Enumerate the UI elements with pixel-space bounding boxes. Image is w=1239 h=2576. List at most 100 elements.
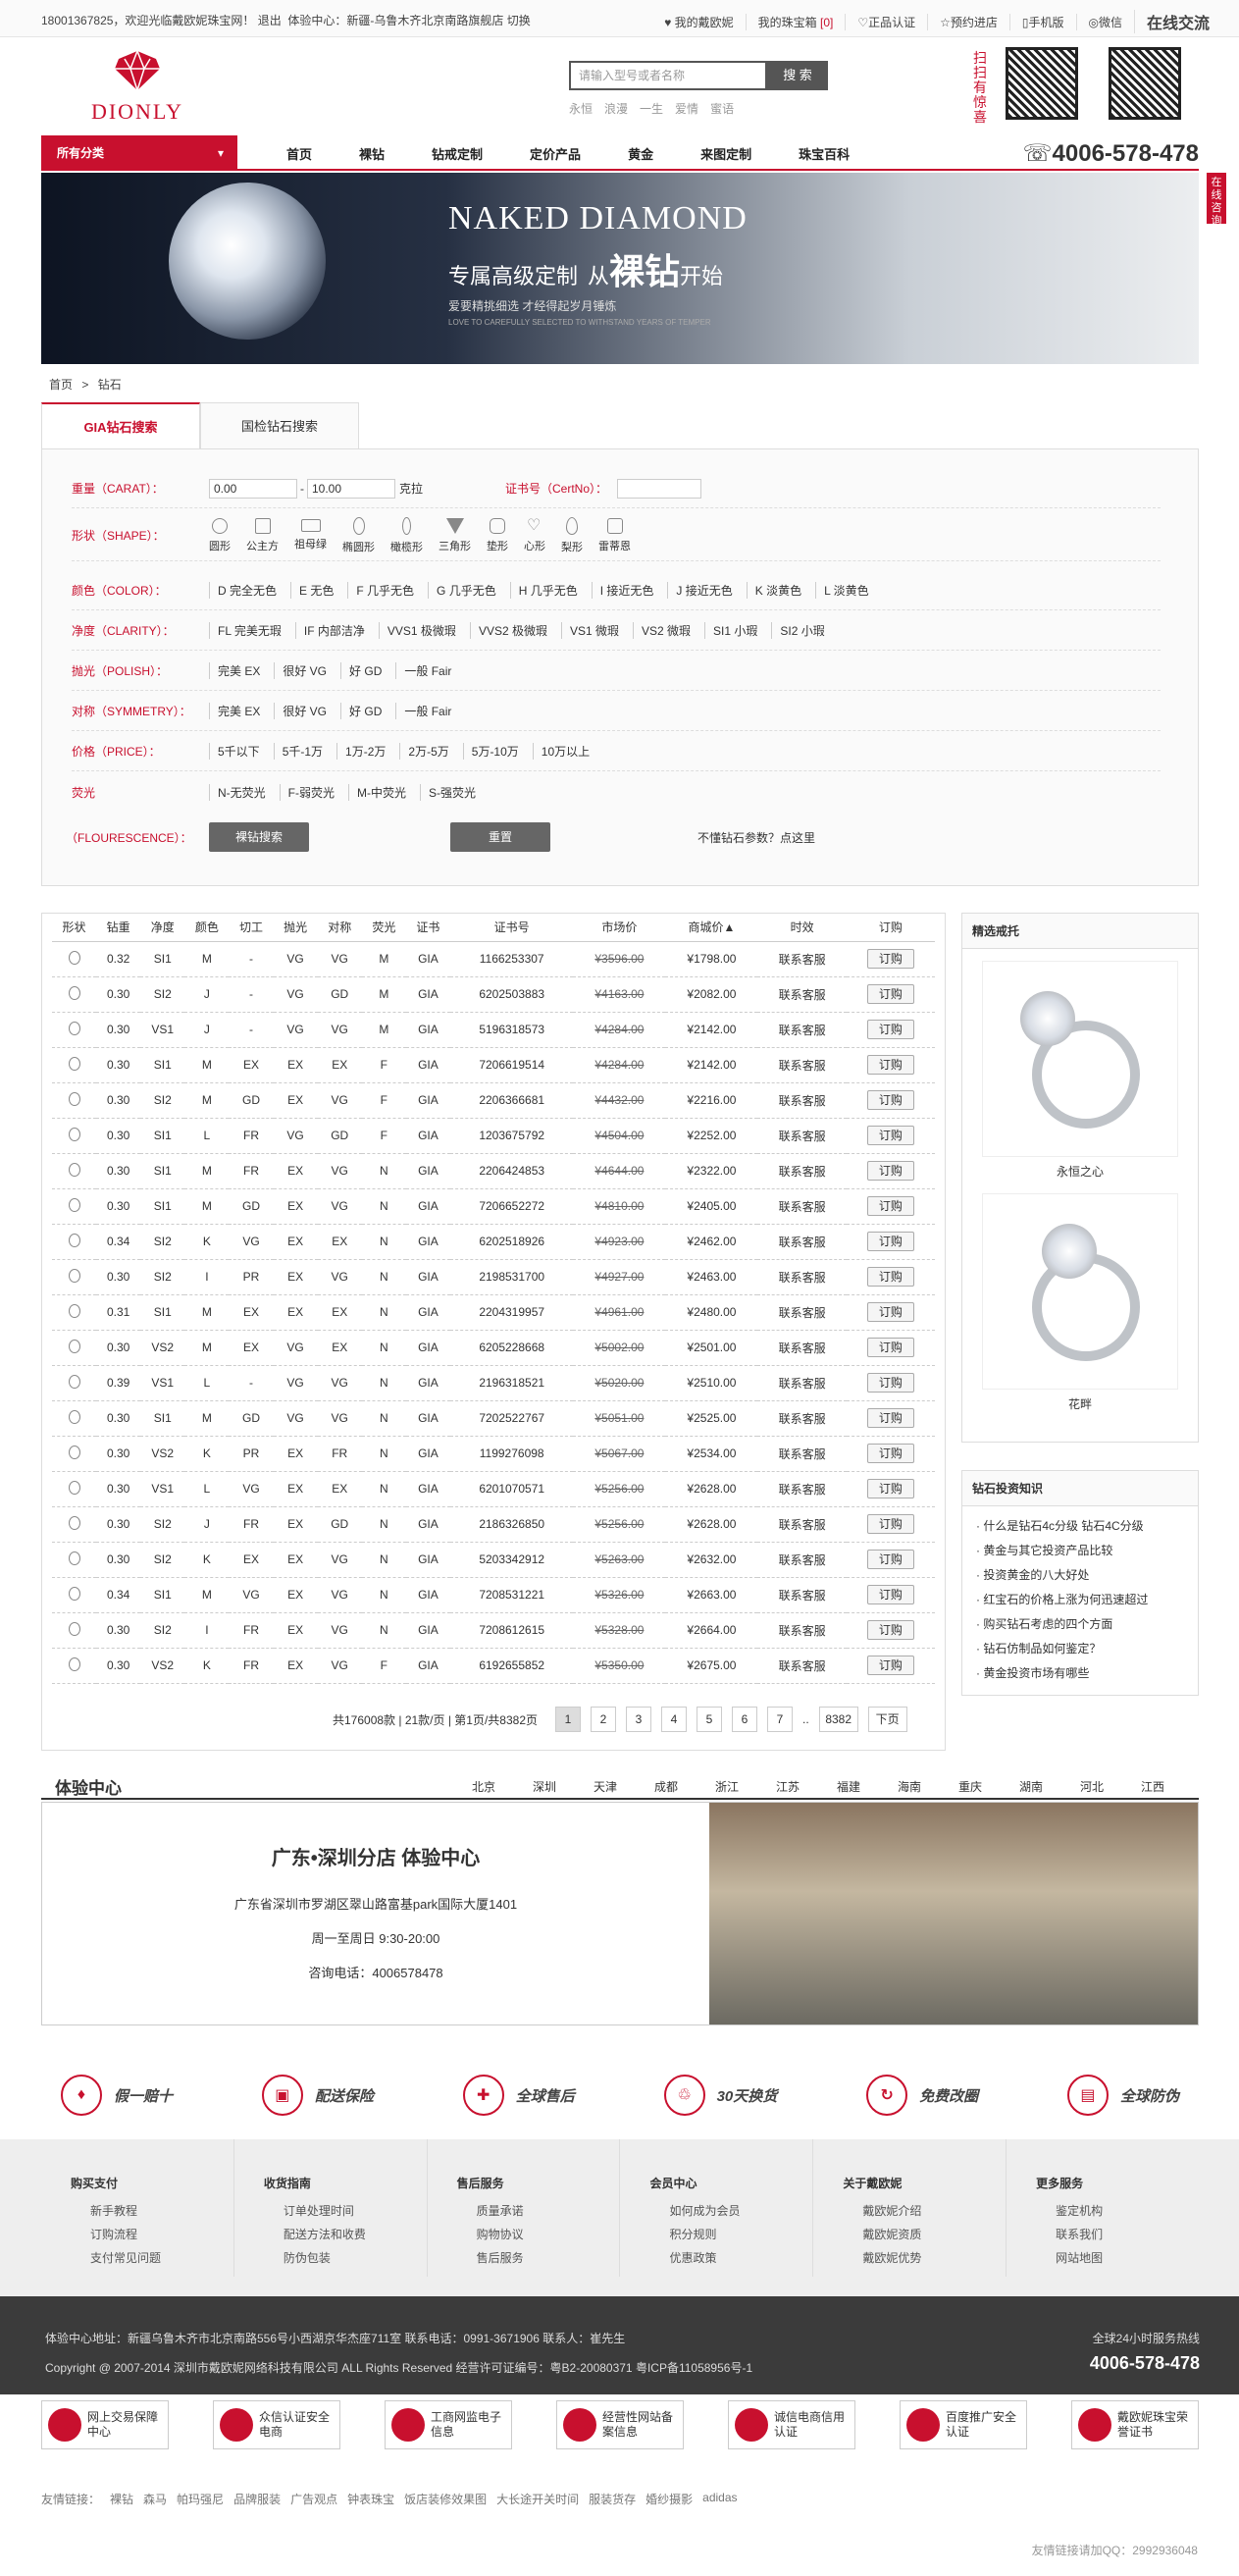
search-input[interactable]: 请输入型号或者名称: [569, 61, 767, 90]
breadcrumb-home[interactable]: 首页: [49, 378, 73, 392]
hot-keyword[interactable]: 蜜语: [710, 100, 734, 117]
page-button[interactable]: 4: [661, 1707, 687, 1732]
table-row[interactable]: 0.30 SI2 K EX EX VG N GIA 5203342912 ¥5263.00 ¥263…: [52, 1542, 935, 1578]
page-button[interactable]: 2: [591, 1707, 616, 1732]
price-option[interactable]: 10万以上: [532, 743, 590, 760]
price-option[interactable]: 2万-5万: [399, 743, 449, 760]
search-button[interactable]: 搜 索: [767, 61, 828, 90]
clarity-option[interactable]: VS2 微瑕: [633, 622, 691, 639]
table-row[interactable]: 0.30 SI2 M GD EX VG F GIA 2206366681 ¥4432.00 ¥221…: [52, 1082, 935, 1119]
knowledge-link[interactable]: · 投资黄金的八大好处: [976, 1563, 1184, 1588]
nav-item-home[interactable]: 首页: [286, 144, 312, 163]
order-button[interactable]: 订购: [866, 1267, 914, 1287]
table-row[interactable]: 0.30 VS1 J - VG VG M GIA 5196318573 ¥4284.00 ¥2142…: [52, 1012, 935, 1048]
footer-link[interactable]: 联系我们: [1056, 2223, 1199, 2246]
order-button[interactable]: 订购: [866, 1550, 914, 1569]
color-option[interactable]: D 完全无色: [209, 582, 277, 599]
color-option[interactable]: L 淡黄色: [815, 582, 869, 599]
fluor-option[interactable]: M-中荧光: [348, 783, 406, 801]
nav-item-encyclopedia[interactable]: 珠宝百科: [799, 144, 850, 163]
city-tab[interactable]: 重庆: [940, 1778, 1001, 1795]
order-button[interactable]: 订购: [866, 1055, 914, 1075]
table-row[interactable]: 0.30 SI1 M FR EX VG N GIA 2206424853 ¥4644.00 ¥232…: [52, 1153, 935, 1189]
footer-link[interactable]: 防伪包装: [284, 2246, 427, 2270]
hot-keyword[interactable]: 浪漫: [604, 100, 628, 117]
clarity-option[interactable]: IF 内部洁净: [294, 622, 365, 639]
all-categories-menu[interactable]: 所有分类 ▾: [41, 135, 237, 171]
shape-pear[interactable]: 梨形: [561, 516, 583, 554]
footer-link[interactable]: 订购流程: [90, 2223, 233, 2246]
friend-link[interactable]: 大长途开关时间: [496, 2491, 579, 2507]
order-button[interactable]: 订购: [866, 1196, 914, 1216]
table-row[interactable]: 0.30 SI2 I FR EX VG N GIA 7208612615 ¥5328.00 ¥266…: [52, 1612, 935, 1649]
weight-min-input[interactable]: 0.00: [209, 478, 297, 499]
certification-badge[interactable]: 百度推广安全认证: [900, 2400, 1027, 2449]
symmetry-option[interactable]: 很好 VG: [274, 703, 327, 719]
friend-link[interactable]: 帕玛强尼: [177, 2491, 224, 2507]
certification-badge[interactable]: 戴欧妮珠宝荣誉证书: [1071, 2400, 1199, 2449]
footer-link[interactable]: 订单处理时间: [284, 2199, 427, 2223]
my-dionly-link[interactable]: ♥ 我的戴欧妮: [652, 14, 745, 30]
city-tab[interactable]: 天津: [575, 1778, 636, 1795]
footer-link[interactable]: 购物协议: [477, 2223, 620, 2246]
tab-gia-search[interactable]: GIA钻石搜索: [41, 402, 200, 449]
price-option[interactable]: 1万-2万: [336, 743, 386, 760]
order-button[interactable]: 订购: [866, 1373, 914, 1393]
welcome-text[interactable]: 18001367825，欢迎光临戴欧妮珠宝网！ 退出: [41, 14, 282, 27]
help-link[interactable]: 不懂钻石参数？点这里: [697, 829, 815, 846]
certification-badge[interactable]: 众信认证安全电商: [213, 2400, 340, 2449]
order-button[interactable]: 订购: [866, 1620, 914, 1640]
hot-keyword[interactable]: 永恒: [569, 100, 593, 117]
order-button[interactable]: 订购: [866, 1338, 914, 1357]
ring-name[interactable]: 永恒之心: [962, 1163, 1198, 1180]
city-tab[interactable]: 海南: [879, 1778, 940, 1795]
symmetry-option[interactable]: 一般 Fair: [395, 703, 451, 719]
page-button[interactable]: 5: [697, 1707, 722, 1732]
city-tab[interactable]: 河北: [1061, 1778, 1122, 1795]
page-button-last[interactable]: 8382: [818, 1707, 858, 1732]
order-button[interactable]: 订购: [866, 1514, 914, 1534]
polish-option[interactable]: 很好 VG: [274, 662, 327, 679]
price-option[interactable]: 5万-10万: [462, 743, 519, 760]
fluor-option[interactable]: F-弱荧光: [279, 783, 335, 801]
shape-round[interactable]: 圆形: [209, 517, 231, 553]
shape-marquise[interactable]: 橄榄形: [390, 516, 423, 554]
fluor-option[interactable]: S-强荧光: [420, 783, 476, 801]
knowledge-link[interactable]: · 钻石仿制品如何鉴定？: [976, 1637, 1184, 1661]
order-button[interactable]: 订购: [866, 1479, 914, 1498]
wechat-link[interactable]: ◎微信: [1075, 13, 1134, 30]
online-consult-tab[interactable]: 在线咨询: [1207, 173, 1226, 227]
table-row[interactable]: 0.30 SI2 J - VG GD M GIA 6202503883 ¥4163.00 ¥2082…: [52, 976, 935, 1013]
shape-radiant[interactable]: 雷蒂恩: [598, 517, 631, 553]
knowledge-link[interactable]: · 红宝石的价格上涨为何迅速超过: [976, 1588, 1184, 1612]
table-row[interactable]: 0.30 SI1 M EX EX EX F GIA 7206619514 ¥4284.00 ¥214…: [52, 1047, 935, 1083]
clarity-option[interactable]: VVS1 极微瑕: [378, 622, 456, 639]
tab-national-search[interactable]: 国检钻石搜索: [200, 402, 359, 449]
ring-name[interactable]: 花畔: [962, 1395, 1198, 1412]
knowledge-link[interactable]: · 黄金与其它投资产品比较: [976, 1539, 1184, 1563]
footer-link[interactable]: 优惠政策: [669, 2246, 812, 2270]
table-row[interactable]: 0.30 SI2 I PR EX VG N GIA 2198531700 ¥4927.00 ¥246…: [52, 1259, 935, 1295]
reset-button[interactable]: 重置: [450, 822, 550, 852]
city-tab[interactable]: 成都: [636, 1778, 697, 1795]
order-button[interactable]: 订购: [866, 1444, 914, 1463]
order-button[interactable]: 订购: [866, 1408, 914, 1428]
table-row[interactable]: 0.30 SI1 M GD EX VG N GIA 7206652272 ¥4810.00 ¥240…: [52, 1188, 935, 1225]
clarity-option[interactable]: VS1 微瑕: [560, 622, 619, 639]
nav-item-gold[interactable]: 黄金: [628, 144, 653, 163]
friend-link[interactable]: 饭店装修效果图: [404, 2491, 487, 2507]
nav-item-ring-custom[interactable]: 钻戒定制: [432, 144, 483, 163]
symmetry-option[interactable]: 好 GD: [340, 703, 382, 719]
table-row[interactable]: 0.30 SI1 M GD VG VG N GIA 7202522767 ¥5051.00 ¥252…: [52, 1400, 935, 1437]
table-row[interactable]: 0.39 VS1 L - VG VG N GIA 2196318521 ¥5020.00 ¥2510…: [52, 1365, 935, 1401]
shape-cushion[interactable]: 垫形: [487, 517, 508, 553]
color-option[interactable]: H 几乎无色: [509, 582, 578, 599]
footer-link[interactable]: 售后服务: [477, 2246, 620, 2270]
city-tab[interactable]: 湖南: [1001, 1778, 1061, 1795]
clarity-option[interactable]: FL 完美无瑕: [209, 622, 282, 639]
city-tab[interactable]: 浙江: [697, 1778, 757, 1795]
table-row[interactable]: 0.30 VS1 L VG EX EX N GIA 6201070571 ¥5256.00 ¥262…: [52, 1471, 935, 1507]
footer-link[interactable]: 戴欧妮优势: [862, 2246, 1006, 2270]
table-row[interactable]: 0.30 SI2 J FR EX GD N GIA 2186326850 ¥5256.00 ¥262…: [52, 1506, 935, 1543]
friend-link[interactable]: 服装货存: [589, 2491, 636, 2507]
